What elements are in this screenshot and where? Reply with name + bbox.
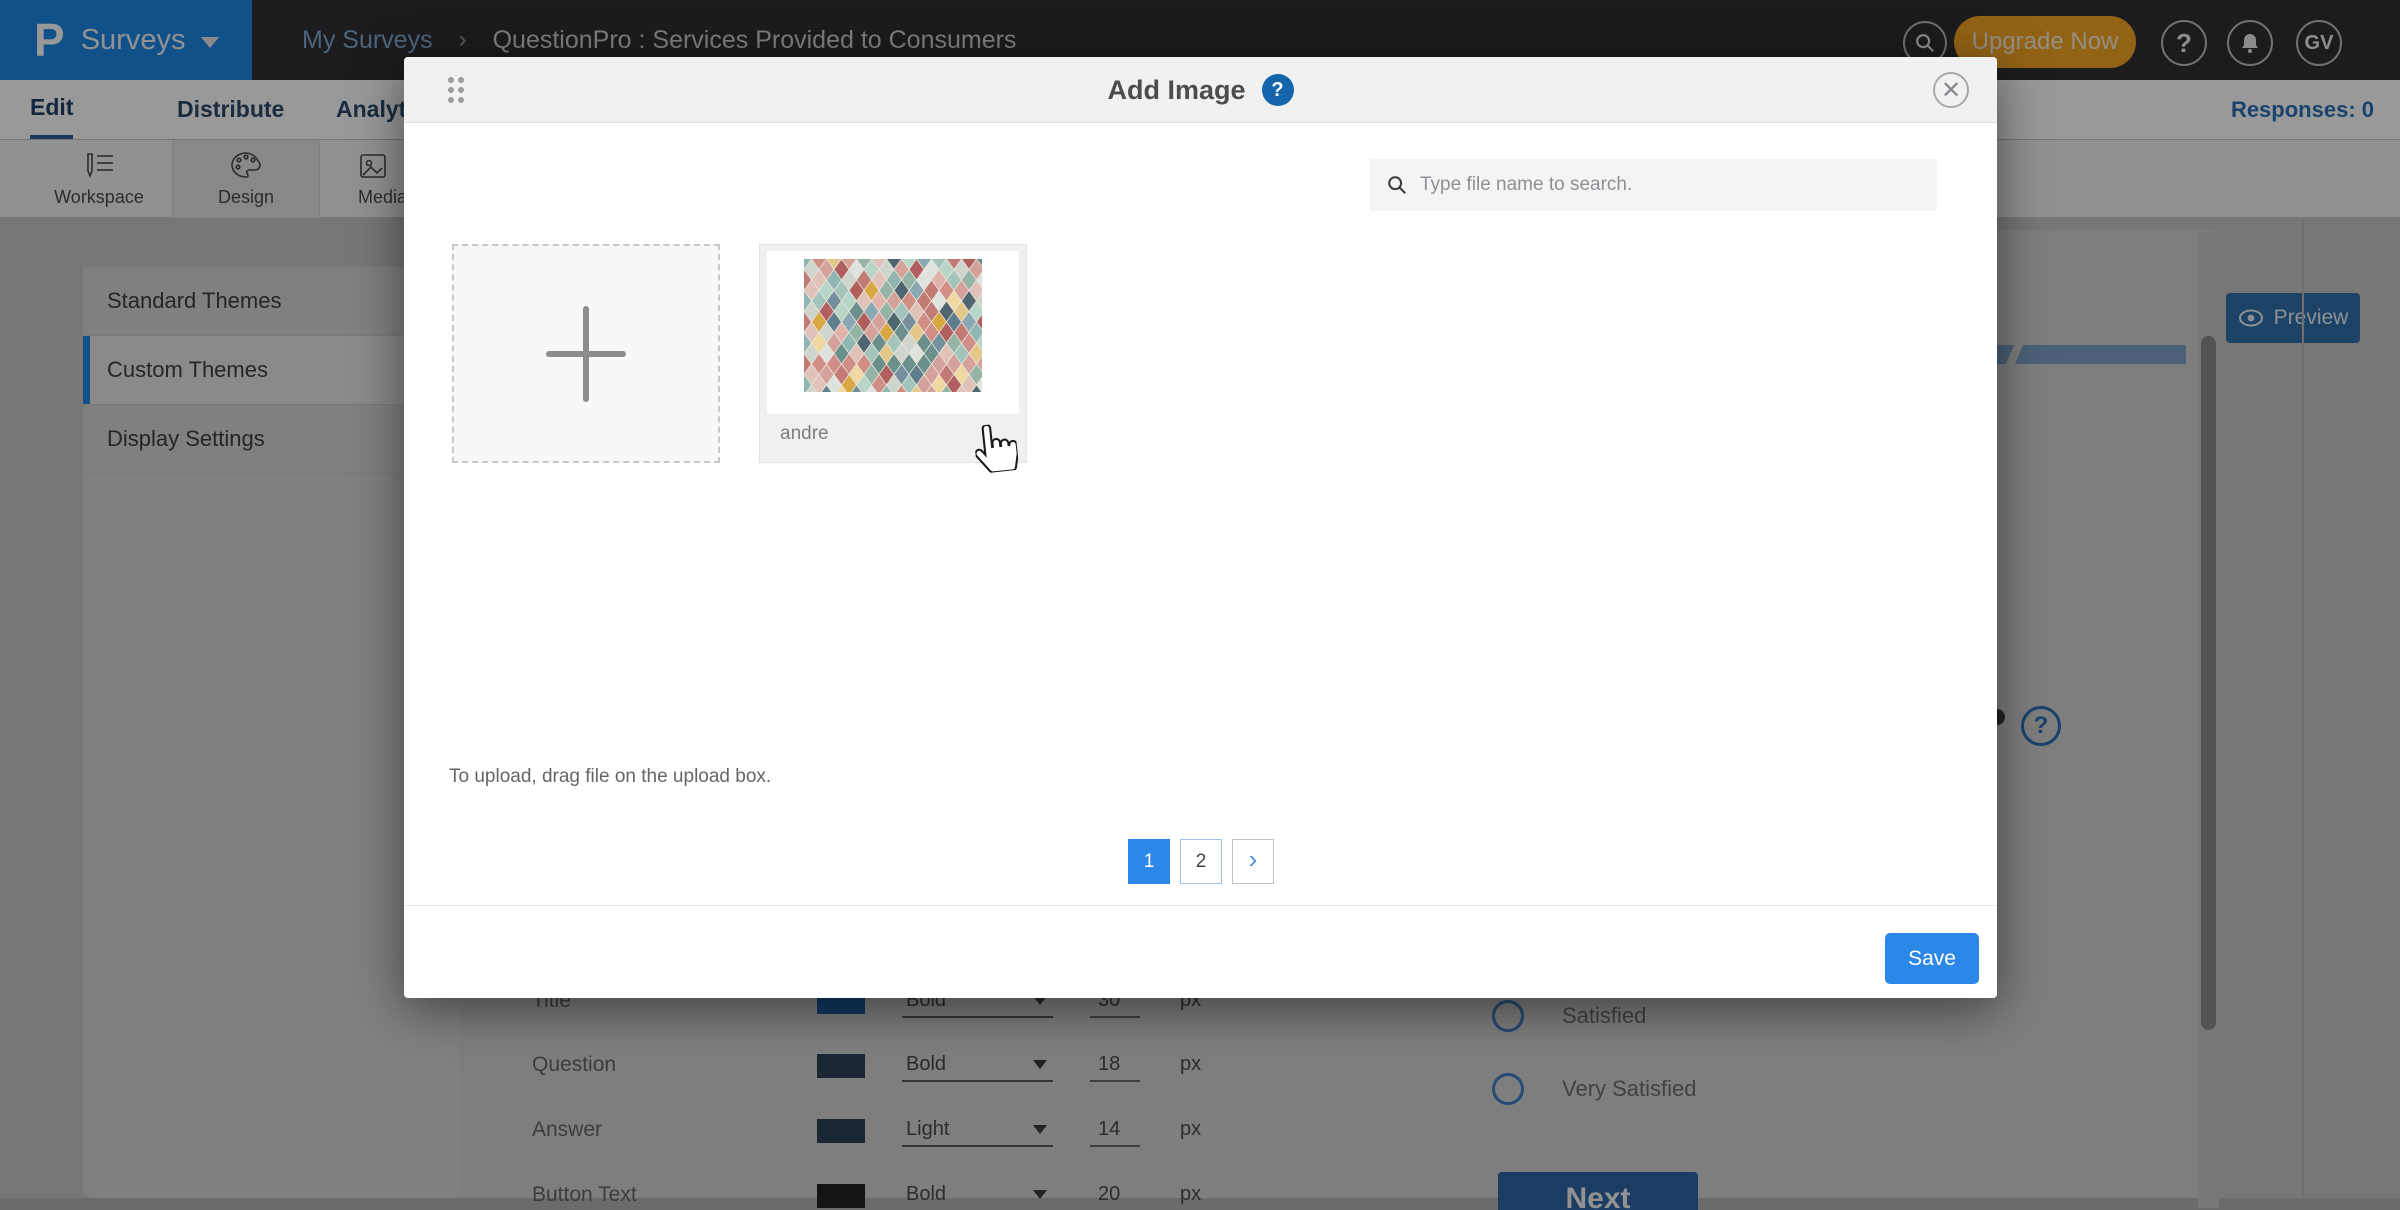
upload-hint-text: To upload, drag file on the upload box.	[449, 766, 771, 788]
search-input[interactable]	[1420, 174, 1900, 196]
file-search-box	[1370, 159, 1937, 211]
upload-dropzone[interactable]	[452, 244, 720, 463]
plus-icon	[546, 351, 626, 357]
mosaic-image	[804, 259, 982, 397]
page-button-2[interactable]: 2	[1180, 839, 1222, 884]
hand-pointer-cursor	[973, 422, 1020, 474]
modal-title: Add Image	[1107, 75, 1245, 106]
modal-footer	[404, 905, 1997, 998]
modal-header: Add Image ? ✕	[404, 57, 1997, 123]
page-button-1[interactable]: 1	[1128, 839, 1170, 884]
pagination: 1 2 ›	[1128, 839, 1274, 884]
image-name-label: andre	[780, 423, 829, 445]
modal-help-icon[interactable]: ?	[1262, 74, 1294, 106]
save-button[interactable]: Save	[1885, 933, 1979, 984]
add-image-modal: Add Image ? ✕ andre To upload, drag file…	[404, 57, 1997, 998]
close-icon[interactable]: ✕	[1933, 72, 1969, 108]
next-page-button[interactable]: ›	[1232, 839, 1274, 884]
search-icon	[1386, 174, 1408, 196]
image-thumbnail-frame	[767, 251, 1019, 414]
